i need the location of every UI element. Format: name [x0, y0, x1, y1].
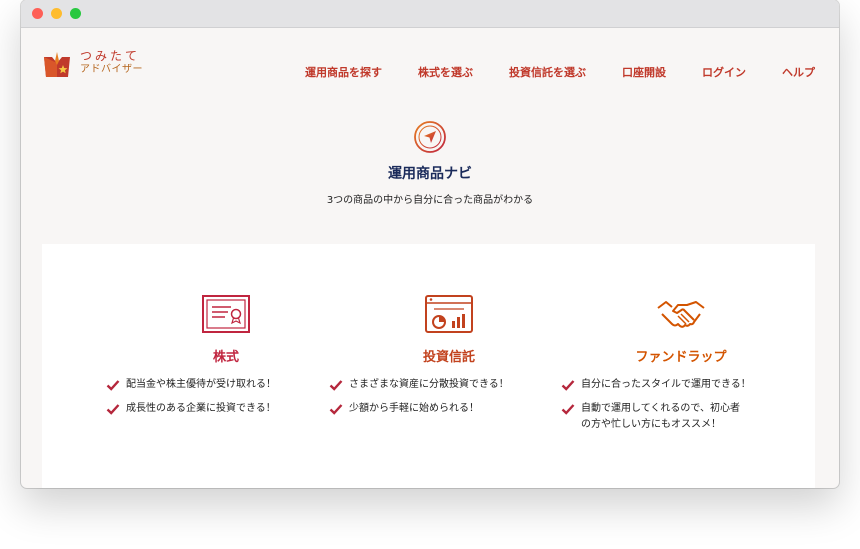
window-titlebar — [21, 0, 839, 28]
navigation-arrow-icon — [414, 121, 446, 153]
minimize-window-button[interactable] — [51, 8, 62, 19]
product-fund-wrap[interactable]: ファンドラップ 自分に合ったスタイルで運用できる！ 自動で運用してくれるので、初… — [561, 294, 801, 441]
feature-list: 自分に合ったスタイルで運用できる！ 自動で運用してくれるので、初心者 の方や忙し… — [561, 377, 801, 433]
nav-choose-stocks[interactable]: 株式を選ぶ — [418, 64, 473, 80]
logo-icon — [44, 52, 70, 77]
product-title: ファンドラップ — [635, 350, 727, 365]
nav-help[interactable]: ヘルプ — [782, 64, 815, 80]
list-item: 配当金や株主優待が受け取れる！ — [106, 377, 346, 393]
check-icon — [561, 404, 575, 415]
page-subtitle: 3つの商品の中から自分に合った商品がわかる — [326, 195, 534, 206]
nav-login[interactable]: ログイン — [702, 64, 746, 80]
logo-subtitle: アドバイザー — [80, 64, 143, 75]
page-title: 運用商品ナビ — [388, 166, 472, 182]
check-icon — [329, 380, 343, 391]
list-item: さまざまな資産に分散投資できる！ — [329, 377, 569, 393]
check-icon — [561, 380, 575, 391]
check-icon — [106, 404, 120, 415]
site-logo[interactable]: つみたて アドバイザー — [42, 49, 143, 79]
product-title: 投資信託 — [422, 350, 475, 365]
product-title: 株式 — [212, 350, 239, 365]
check-icon — [106, 380, 120, 391]
nav-find-products[interactable]: 運用商品を探す — [305, 64, 382, 80]
handshake-icon — [657, 301, 705, 328]
list-item: 成長性のある企業に投資できる！ — [106, 401, 346, 417]
feature-text: さまざまな資産に分散投資できる！ — [349, 379, 509, 390]
list-item: 自動で運用してくれるので、初心者 の方や忙しい方にもオススメ！ — [561, 401, 801, 433]
feature-text: 自分に合ったスタイルで運用できる！ — [581, 379, 751, 390]
list-item: 少額から手軽に始められる！ — [329, 401, 569, 417]
product-card: 株式 配当金や株主優待が受け取れる！ 成長性のある企業に投資できる！ 投資信託 … — [42, 244, 815, 488]
feature-text: 自動で運用してくれるので、初心者 の方や忙しい方にもオススメ！ — [581, 403, 740, 430]
browser-window: つみたて アドバイザー 運用商品を探す 株式を選ぶ 投資信託を選ぶ 口座開設 ロ… — [21, 0, 839, 488]
feature-list: さまざまな資産に分散投資できる！ 少額から手軽に始められる！ — [329, 377, 569, 417]
site-header: つみたて アドバイザー 運用商品を探す 株式を選ぶ 投資信託を選ぶ 口座開設 ロ… — [21, 28, 839, 98]
feature-list: 配当金や株主優待が受け取れる！ 成長性のある企業に投資できる！ — [106, 377, 346, 417]
main-nav: 運用商品を探す 株式を選ぶ 投資信託を選ぶ 口座開設 ログイン ヘルプ — [269, 64, 815, 80]
chart-window-icon — [425, 295, 473, 333]
nav-choose-funds[interactable]: 投資信託を選ぶ — [509, 64, 586, 80]
feature-text: 配当金や株主優待が受け取れる！ — [126, 379, 276, 390]
feature-text: 成長性のある企業に投資できる！ — [126, 403, 276, 414]
product-stocks[interactable]: 株式 配当金や株主優待が受け取れる！ 成長性のある企業に投資できる！ — [106, 294, 346, 425]
logo-title: つみたて — [80, 49, 141, 63]
hero-section: 運用商品ナビ 3つの商品の中から自分に合った商品がわかる — [21, 120, 839, 206]
certificate-icon — [202, 295, 250, 333]
list-item: 自分に合ったスタイルで運用できる！ — [561, 377, 801, 393]
feature-text: 少額から手軽に始められる！ — [349, 403, 479, 414]
check-icon — [329, 404, 343, 415]
nav-open-account[interactable]: 口座開設 — [622, 64, 666, 80]
maximize-window-button[interactable] — [70, 8, 81, 19]
close-window-button[interactable] — [32, 8, 43, 19]
product-funds[interactable]: 投資信託 さまざまな資産に分散投資できる！ 少額から手軽に始められる！ — [329, 294, 569, 425]
